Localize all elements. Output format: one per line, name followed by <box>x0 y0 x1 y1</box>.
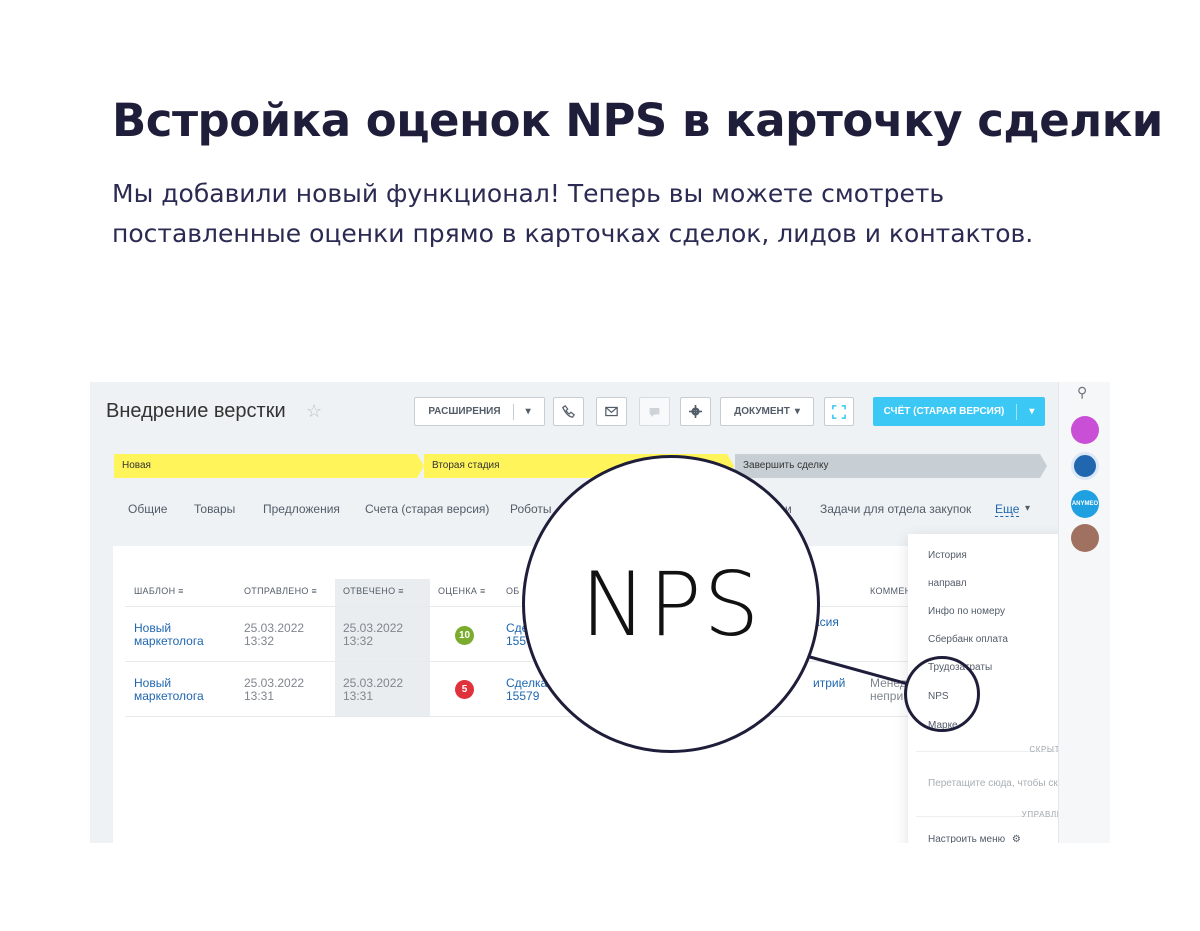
document-button[interactable]: ДОКУМЕНТ ▾ <box>720 397 814 426</box>
avatar[interactable] <box>1071 524 1099 552</box>
col-object[interactable]: ОБ <box>506 586 520 596</box>
stage-new[interactable]: Новая <box>114 454 424 478</box>
menu-item-direction[interactable]: направл <box>928 578 967 589</box>
group-chat-icon[interactable] <box>1071 452 1099 480</box>
col-comment[interactable]: КОММЕН <box>870 586 911 596</box>
deal-title: Внедрение верстки <box>106 400 286 422</box>
chevron-down-icon: ▾ <box>1029 406 1035 417</box>
chevron-down-icon: ▾ <box>525 406 531 417</box>
invoice-button[interactable]: СЧЁТ (СТАРАЯ ВЕРСИЯ) ▾ <box>873 397 1045 426</box>
scan-button[interactable] <box>824 397 854 426</box>
user-link[interactable]: итрий <box>813 677 845 690</box>
template-link[interactable]: Новый маркетолога <box>134 677 224 703</box>
gear-icon: ⚙ <box>1011 834 1021 843</box>
right-rail: ⚲ ANYMEO <box>1058 382 1110 843</box>
phone-button[interactable] <box>553 397 584 426</box>
page-subtitle: Мы добавили новый функционал! Теперь вы … <box>112 179 1034 248</box>
phone-icon <box>562 405 575 418</box>
avatar[interactable] <box>1071 416 1099 444</box>
nps-zoom-text: NPS <box>580 552 762 656</box>
tab-products[interactable]: Товары <box>194 502 235 516</box>
nps-zoom-lens: NPS <box>522 455 820 753</box>
search-icon[interactable]: ⚲ <box>1077 384 1087 401</box>
document-label: ДОКУМЕНТ <box>734 406 790 417</box>
star-icon[interactable]: ☆ <box>306 401 322 422</box>
answered-time: 13:32 <box>343 634 374 648</box>
mail-button[interactable] <box>596 397 627 426</box>
menu-item-history[interactable]: История <box>928 550 967 561</box>
chevron-down-icon: ▾ <box>1025 503 1031 514</box>
page-headline: Встройка оценок NPS в карточку сделки <box>112 94 1163 147</box>
tab-offers[interactable]: Предложения <box>263 502 340 516</box>
gear-icon <box>689 405 702 418</box>
sent-time: 13:32 <box>244 634 275 648</box>
col-score[interactable]: ОЦЕНКА ≡ <box>438 586 486 596</box>
tab-purchasing[interactable]: Задачи для отдела закупок <box>820 502 971 516</box>
extensions-label: РАСШИРЕНИЯ <box>428 406 501 417</box>
tab-general[interactable]: Общие <box>128 502 167 516</box>
answered-time: 13:31 <box>343 689 374 703</box>
sent-time: 13:31 <box>244 689 275 703</box>
object-number[interactable]: 15579 <box>506 690 539 703</box>
chat-button[interactable] <box>639 397 670 426</box>
score-badge: 5 <box>455 680 474 699</box>
template-link[interactable]: Новый маркетолога <box>134 622 224 648</box>
col-template[interactable]: ШАБЛОН ≡ <box>134 586 184 596</box>
scan-icon <box>832 404 846 419</box>
configure-menu-label: Настроить меню <box>928 834 1006 843</box>
score-badge: 10 <box>455 626 474 645</box>
chevron-down-icon: ▾ <box>794 406 800 417</box>
chat-icon <box>649 407 660 417</box>
nps-highlight-ring <box>904 656 980 732</box>
anymeo-avatar[interactable]: ANYMEO <box>1071 490 1099 518</box>
mail-icon <box>605 406 618 417</box>
tab-invoices[interactable]: Счета (старая версия) <box>365 502 489 516</box>
tab-robots[interactable]: Роботы <box>510 502 552 516</box>
tab-more[interactable]: Еще <box>995 502 1020 517</box>
invoice-label: СЧЁТ (СТАРАЯ ВЕРСИЯ) <box>883 406 1005 417</box>
settings-button[interactable] <box>680 397 711 426</box>
stage-finish[interactable]: Завершить сделку <box>735 454 1047 478</box>
menu-item-sber[interactable]: Сбербанк оплата <box>928 634 1008 645</box>
col-answered[interactable]: ОТВЕЧЕНО ≡ <box>343 586 404 596</box>
object-number[interactable]: 155 <box>506 635 526 648</box>
extensions-button[interactable]: РАСШИРЕНИЯ ▾ <box>414 397 545 426</box>
comment-text-2: непри <box>870 689 904 703</box>
configure-menu-button[interactable]: Настроить меню ⚙ <box>928 834 1021 843</box>
menu-item-number-info[interactable]: Инфо по номеру <box>928 606 1005 617</box>
col-sent[interactable]: ОТПРАВЛЕНО ≡ <box>244 586 317 596</box>
